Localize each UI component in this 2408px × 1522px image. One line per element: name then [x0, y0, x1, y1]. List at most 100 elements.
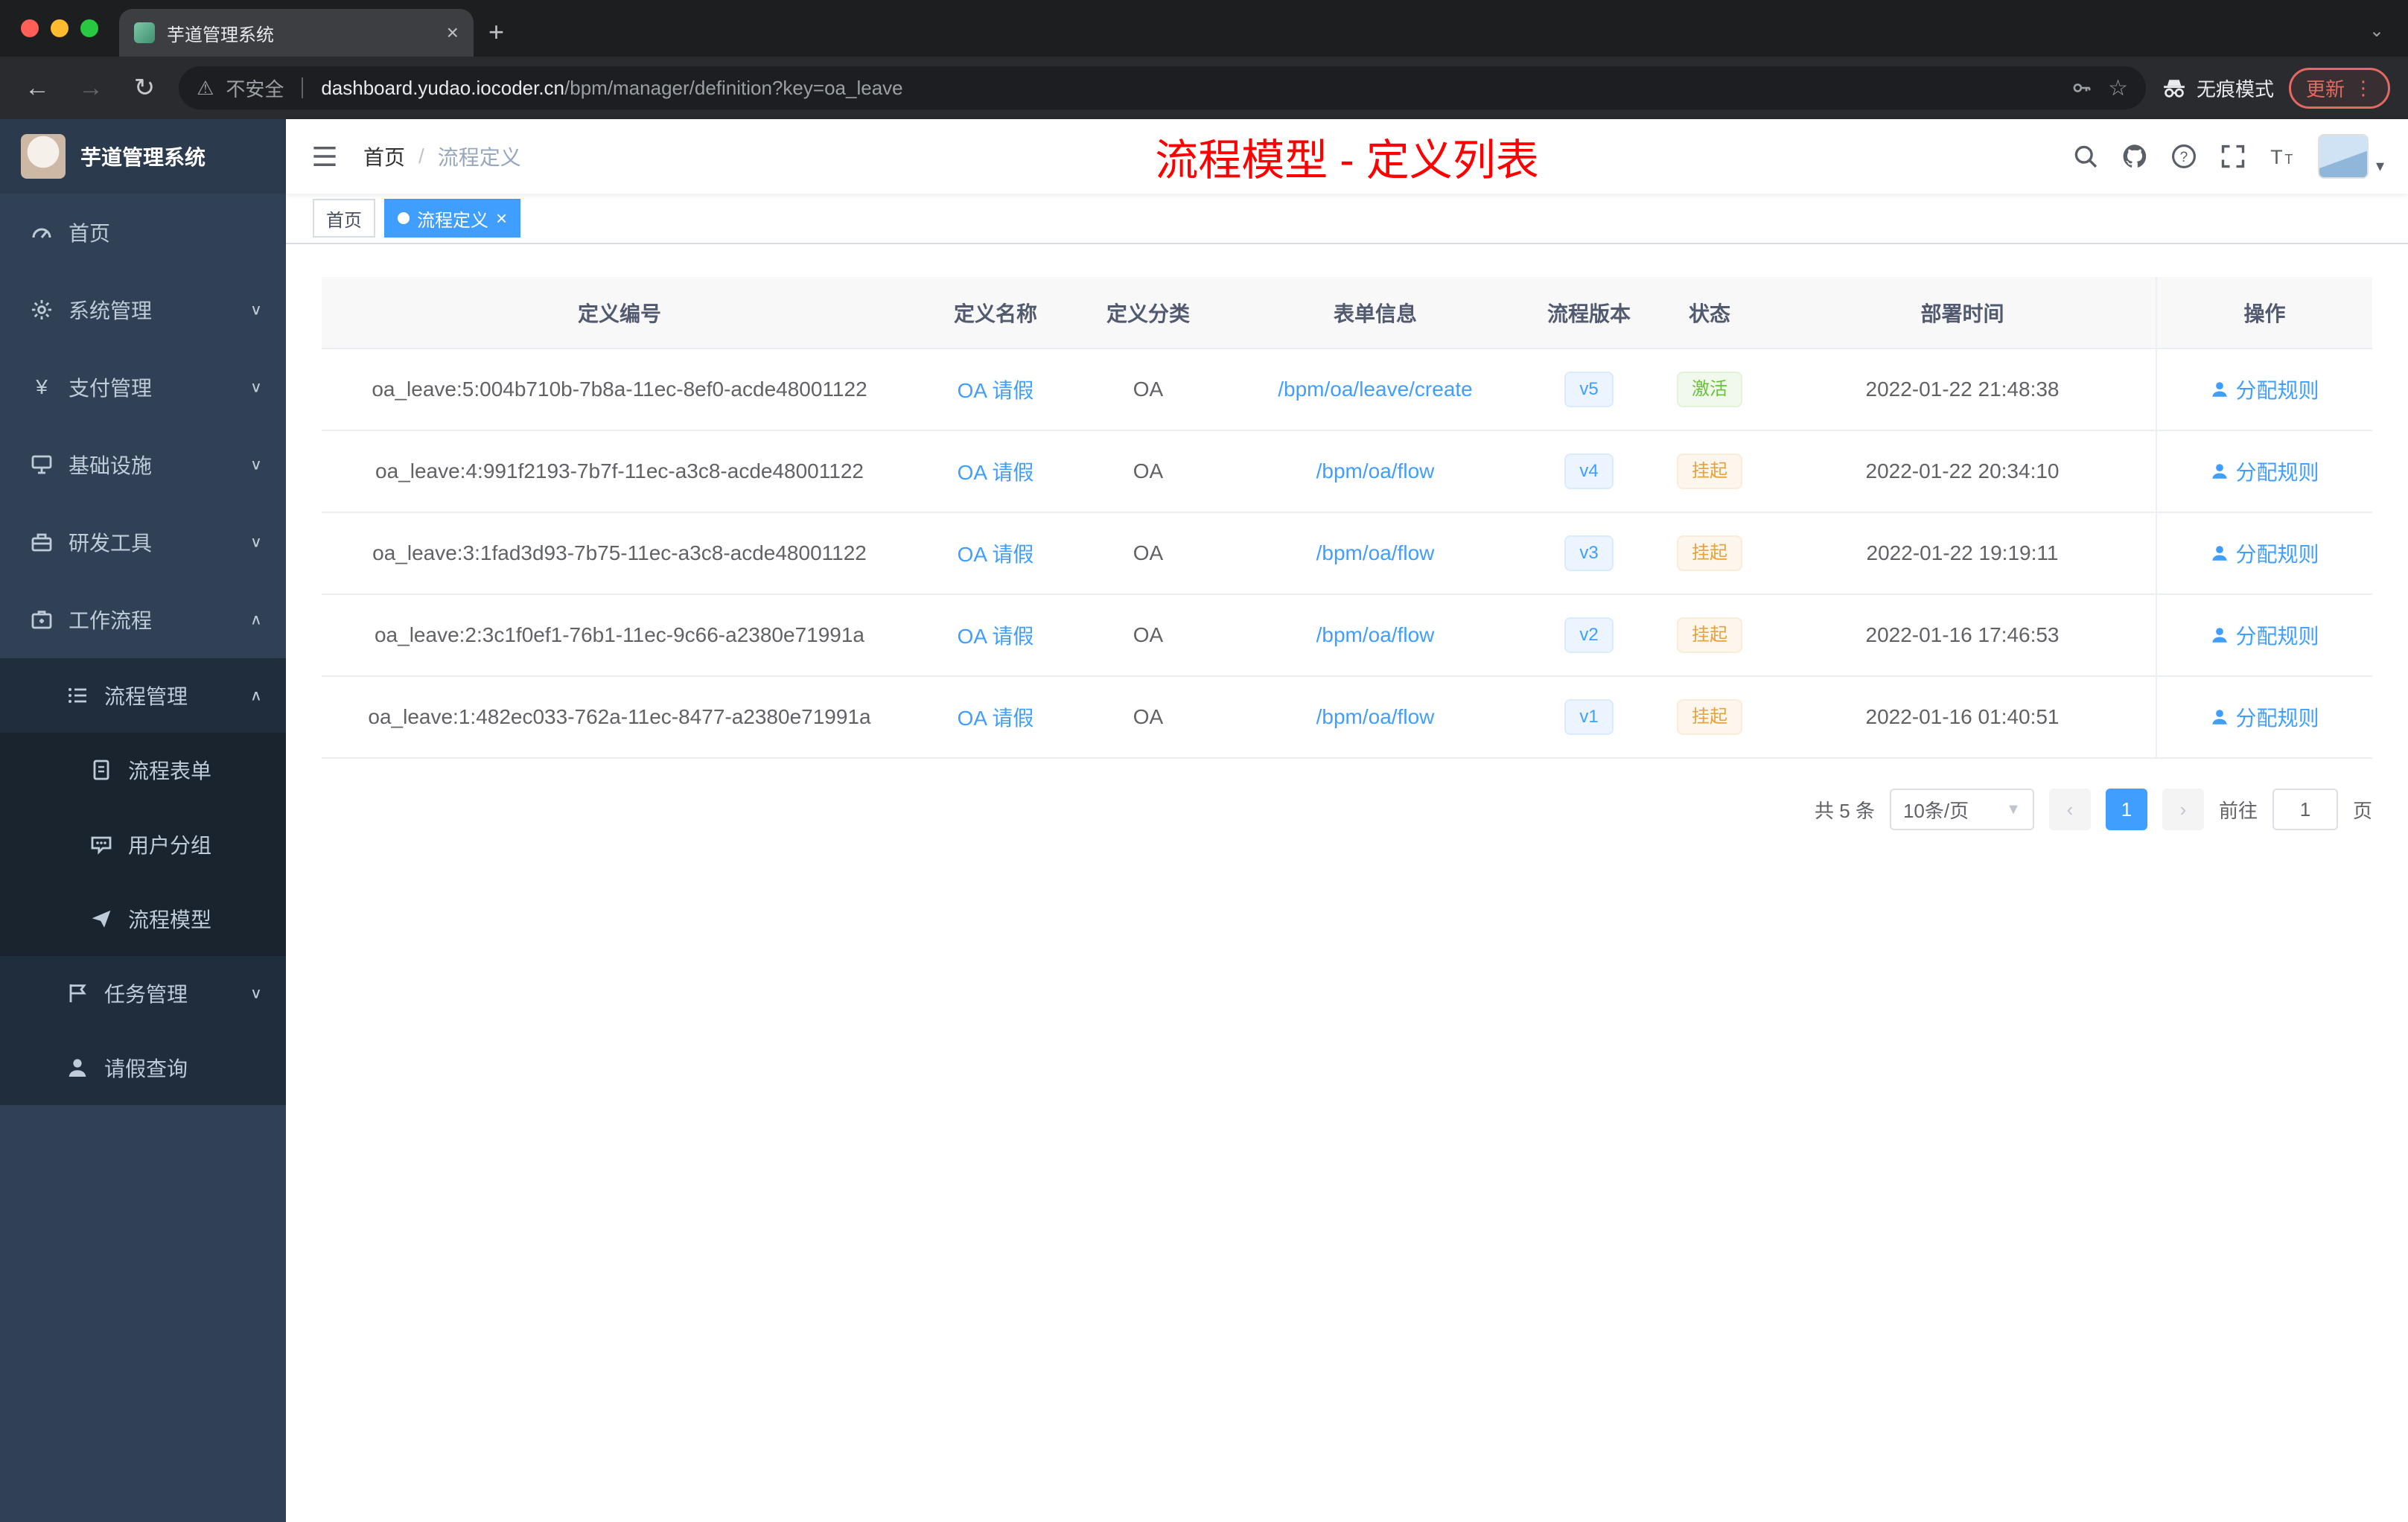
form-link[interactable]: /bpm/oa/flow — [1316, 623, 1435, 646]
tag-process-definition[interactable]: 流程定义 × — [384, 199, 521, 238]
sidebar-item-label: 支付管理 — [69, 377, 153, 400]
font-size-icon[interactable]: T T — [2269, 143, 2296, 170]
chrome-update-button[interactable]: 更新 ⋮ — [2288, 67, 2390, 109]
sidebar-item-payment[interactable]: ¥ 支付管理 ∨ — [0, 348, 286, 426]
form-link[interactable]: /bpm/oa/flow — [1316, 459, 1435, 483]
form-link[interactable]: /bpm/oa/flow — [1316, 705, 1435, 728]
help-icon[interactable]: ? — [2170, 143, 2197, 170]
reload-button[interactable]: ↻ — [125, 73, 164, 103]
sidebar-item-process-model[interactable]: 流程模型 — [0, 882, 286, 956]
sidebar-item-devtools[interactable]: 研发工具 ∨ — [0, 503, 286, 581]
definition-name-link[interactable]: OA 请假 — [958, 543, 1034, 566]
incognito-badge: 无痕模式 — [2161, 74, 2274, 102]
version-tag: v4 — [1564, 453, 1614, 489]
assign-rule-link[interactable]: 分配规则 — [2210, 702, 2319, 732]
current-page-button[interactable]: 1 — [2105, 789, 2147, 830]
sidebar-item-workflow[interactable]: 工作流程 ∧ — [0, 581, 286, 658]
incognito-icon — [2164, 80, 2185, 98]
sidebar-item-home[interactable]: 首页 — [0, 194, 286, 271]
sidebar-item-process-management[interactable]: 流程管理 ∧ — [0, 658, 286, 733]
chevron-down-icon: ∨ — [249, 456, 262, 473]
bookmark-star-icon[interactable]: ☆ — [2108, 75, 2128, 101]
sidebar-toggle-button[interactable] — [298, 130, 351, 183]
assign-rule-link[interactable]: 分配规则 — [2210, 620, 2319, 650]
search-icon[interactable] — [2072, 143, 2099, 170]
tab-title: 芋道管理系统 — [167, 25, 274, 45]
caret-down-icon: ▾ — [2375, 156, 2384, 175]
password-key-icon[interactable] — [2071, 77, 2093, 99]
person-icon — [2212, 710, 2228, 725]
app-title: 芋道管理系统 — [80, 146, 206, 169]
sidebar-item-system[interactable]: 系统管理 ∨ — [0, 271, 286, 348]
app-logo[interactable]: 芋道管理系统 — [0, 119, 286, 194]
goto-page-input[interactable] — [2272, 789, 2338, 830]
tab-close-icon[interactable]: × — [447, 21, 459, 45]
version-tag: v1 — [1564, 699, 1614, 735]
new-tab-button[interactable]: + — [488, 16, 504, 48]
user-group-icon — [91, 836, 112, 855]
window-close-button[interactable] — [21, 19, 39, 37]
col-process-version: 流程版本 — [1528, 277, 1650, 349]
definition-category: OA — [1074, 430, 1223, 513]
assign-rule-link[interactable]: 分配规则 — [2210, 538, 2319, 568]
tab-search-caret-icon[interactable]: ⌄ — [2369, 20, 2384, 42]
sidebar-item-task-management[interactable]: 任务管理 ∨ — [0, 956, 286, 1031]
person-icon — [2212, 464, 2228, 479]
chevron-down-icon: ∨ — [249, 984, 262, 1002]
list-icon — [69, 688, 86, 703]
svg-text:T: T — [2284, 152, 2293, 167]
address-bar[interactable]: ⚠ 不安全 dashboard.yudao.iocoder.cn/bpm/man… — [179, 66, 2146, 109]
browser-menu-icon[interactable]: ⋮ — [2354, 77, 2373, 100]
sidebar-item-label: 系统管理 — [69, 299, 153, 322]
security-label[interactable]: 不安全 — [226, 74, 284, 102]
breadcrumb: 首页 / 流程定义 — [363, 141, 521, 171]
annotation-text: 流程模型 - 定义列表 — [1155, 136, 1539, 185]
version-tag: v3 — [1564, 535, 1614, 571]
chevron-down-icon: ∨ — [249, 378, 262, 395]
definition-name-link[interactable]: OA 请假 — [958, 707, 1034, 730]
pagination-total: 共 5 条 — [1815, 799, 1875, 822]
fullscreen-icon[interactable] — [2220, 143, 2246, 170]
form-link[interactable]: /bpm/oa/leave/create — [1278, 378, 1473, 401]
forward-button[interactable]: → — [71, 74, 110, 103]
col-form-info: 表单信息 — [1223, 277, 1528, 349]
svg-text:?: ? — [2180, 150, 2188, 165]
incognito-label: 无痕模式 — [2196, 77, 2274, 101]
version-tag: v2 — [1564, 617, 1614, 653]
sidebar-item-user-group[interactable]: 用户分组 — [0, 807, 286, 882]
sidebar-item-leave-query[interactable]: 请假查询 — [0, 1031, 286, 1105]
flag-icon — [69, 984, 86, 1002]
back-button[interactable]: ← — [18, 74, 57, 103]
chevron-down-icon: ∨ — [249, 533, 262, 550]
next-page-button[interactable]: › — [2162, 789, 2204, 830]
paper-plane-icon — [92, 910, 111, 928]
definition-name-link[interactable]: OA 请假 — [958, 461, 1034, 484]
dashboard-icon — [32, 228, 51, 238]
assign-rule-link[interactable]: 分配规则 — [2210, 375, 2319, 404]
form-link[interactable]: /bpm/oa/flow — [1316, 541, 1435, 564]
tag-home[interactable]: 首页 — [313, 199, 375, 238]
window-minimize-button[interactable] — [51, 19, 69, 37]
browser-tab[interactable]: 芋道管理系统 × — [119, 9, 474, 57]
sidebar-item-process-form[interactable]: 流程表单 — [0, 733, 286, 807]
sidebar-item-infrastructure[interactable]: 基础设施 ∨ — [0, 426, 286, 503]
status-tag: 挂起 — [1677, 453, 1742, 489]
definition-name-link[interactable]: OA 请假 — [958, 379, 1034, 402]
assign-rule-link[interactable]: 分配规则 — [2210, 456, 2319, 486]
github-icon[interactable] — [2121, 143, 2148, 170]
user-menu[interactable]: ▾ — [2317, 134, 2384, 179]
definition-id: oa_leave:1:482ec033-762a-11ec-8477-a2380… — [322, 676, 917, 759]
breadcrumb-home[interactable]: 首页 — [363, 141, 405, 171]
toolbox-icon — [31, 533, 52, 552]
definition-id: oa_leave:2:3c1f0ef1-76b1-11ec-9c66-a2380… — [322, 594, 917, 677]
browser-tabstrip: 芋道管理系统 × + ⌄ — [0, 0, 2408, 57]
sidebar-item-label: 请假查询 — [104, 1057, 188, 1080]
prev-page-button[interactable]: ‹ — [2048, 789, 2091, 830]
workflow-submenu: 流程管理 ∧ 流程表单 用户分组 流程模型 任务管理 ∨ 请假查询 — [0, 658, 286, 1105]
tag-close-icon[interactable]: × — [496, 208, 507, 228]
definition-name-link[interactable]: OA 请假 — [958, 625, 1034, 648]
server-icon — [31, 455, 52, 474]
window-zoom-button[interactable] — [80, 19, 98, 37]
page-size-select[interactable]: 10条/页 ▼ — [1889, 789, 2034, 830]
deploy-time: 2022-01-16 17:46:53 — [1769, 594, 2156, 677]
